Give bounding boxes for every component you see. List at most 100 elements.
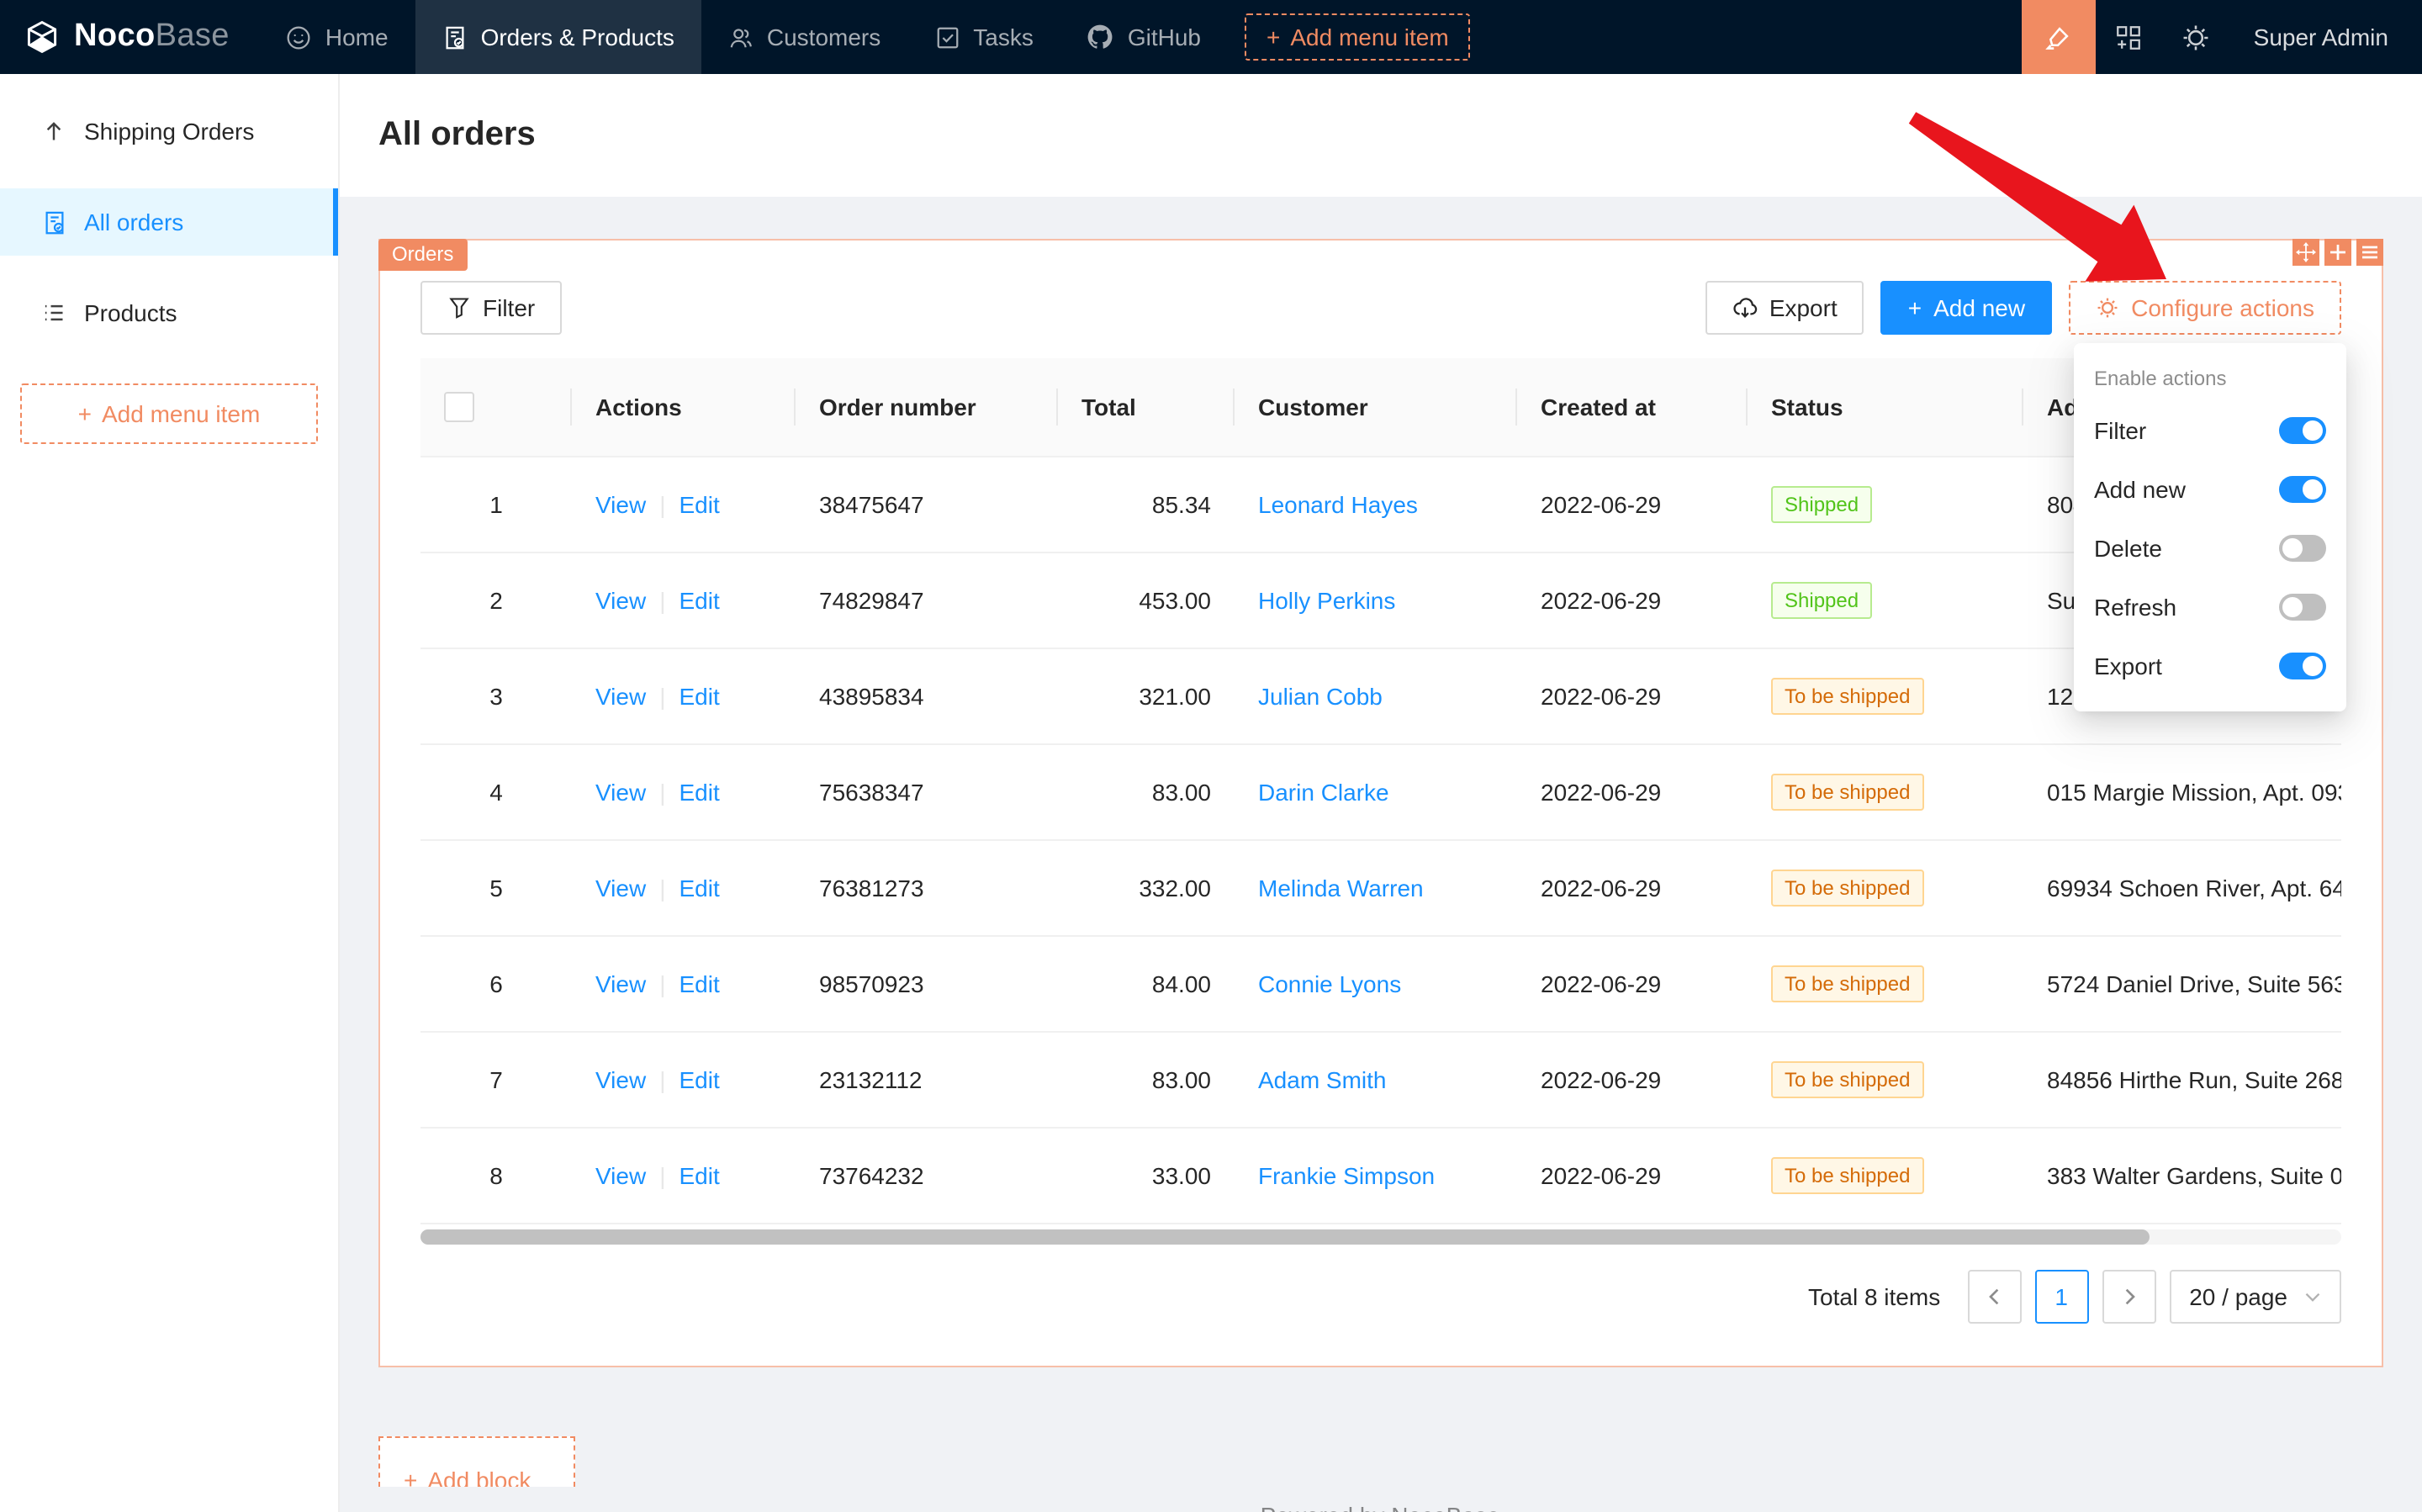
add-block-button[interactable]: + Add block bbox=[378, 1436, 575, 1487]
dropdown-item-export[interactable]: Export bbox=[2074, 636, 2346, 695]
add-new-toggle[interactable] bbox=[2279, 475, 2326, 502]
order-number-cell: 76381273 bbox=[796, 840, 1058, 936]
order-number-cell: 75638347 bbox=[796, 744, 1058, 840]
nav-item-orders-products[interactable]: Orders & Products bbox=[415, 0, 701, 74]
status-badge: To be shipped bbox=[1771, 1157, 1923, 1194]
edit-link[interactable]: Edit bbox=[679, 491, 719, 518]
toggle-knob bbox=[2303, 655, 2323, 675]
export-button[interactable]: Export bbox=[1705, 281, 1864, 335]
nav-add-menu-item-button[interactable]: + Add menu item bbox=[1245, 13, 1471, 61]
plus-icon: + bbox=[404, 1468, 417, 1487]
view-link[interactable]: View bbox=[595, 1066, 646, 1093]
add-new-button[interactable]: + Add new bbox=[1881, 281, 2052, 335]
pagination-total: Total 8 items bbox=[1808, 1283, 1940, 1310]
edit-link[interactable]: Edit bbox=[679, 1162, 719, 1189]
divider: | bbox=[659, 683, 665, 710]
dropdown-item-delete[interactable]: Delete bbox=[2074, 518, 2346, 577]
settings-gear-icon[interactable] bbox=[2163, 0, 2230, 74]
sidebar-item-all-orders[interactable]: All orders bbox=[0, 188, 338, 256]
refresh-toggle[interactable] bbox=[2279, 593, 2326, 620]
divider: | bbox=[659, 1162, 665, 1189]
toggle-knob bbox=[2303, 478, 2323, 499]
cloud-download-icon bbox=[1732, 295, 1758, 320]
edit-link[interactable]: Edit bbox=[679, 970, 719, 997]
nocobase-logo[interactable]: NocoBase bbox=[0, 0, 260, 74]
dropdown-item-label: Delete bbox=[2094, 534, 2162, 561]
view-link[interactable]: View bbox=[595, 779, 646, 806]
view-link[interactable]: View bbox=[595, 1162, 646, 1189]
plugin-blocks-icon[interactable] bbox=[2096, 0, 2163, 74]
sidebar-item-products[interactable]: Products bbox=[0, 279, 338, 346]
address-cell: 69934 Schoen River, Apt. 646, 49704, Wal… bbox=[2023, 840, 2341, 936]
add-block-icon[interactable] bbox=[2324, 239, 2351, 266]
check-square-icon bbox=[934, 24, 960, 50]
user-menu[interactable]: Super Admin bbox=[2230, 24, 2422, 50]
filter-button[interactable]: Filter bbox=[420, 281, 562, 335]
select-all-checkbox[interactable] bbox=[444, 392, 474, 422]
prev-page-button[interactable] bbox=[1967, 1270, 2021, 1324]
nav-item-github[interactable]: GitHub bbox=[1060, 0, 1228, 74]
nav-item-tasks[interactable]: Tasks bbox=[907, 0, 1060, 74]
dropdown-item-refresh[interactable]: Refresh bbox=[2074, 577, 2346, 636]
divider: | bbox=[659, 1066, 665, 1093]
page-size-select[interactable]: 20 / page bbox=[2169, 1270, 2341, 1324]
dropdown-title: Enable actions bbox=[2074, 353, 2346, 400]
dropdown-item-add-new[interactable]: Add new bbox=[2074, 459, 2346, 518]
nav-item-customers[interactable]: Customers bbox=[701, 0, 907, 74]
orders-table: Actions Order number Total Customer Crea… bbox=[420, 358, 2341, 1224]
dropdown-item-label: Refresh bbox=[2094, 593, 2176, 620]
order-number-cell: 74829847 bbox=[796, 552, 1058, 648]
nav-item-home[interactable]: Home bbox=[260, 0, 415, 74]
left-sidebar: Shipping Orders All orders Products + bbox=[0, 74, 340, 1512]
customer-link[interactable]: Connie Lyons bbox=[1258, 970, 1401, 997]
view-link[interactable]: View bbox=[595, 970, 646, 997]
order-document-icon bbox=[40, 209, 67, 235]
edit-link[interactable]: Edit bbox=[679, 875, 719, 901]
customer-link[interactable]: Holly Perkins bbox=[1258, 587, 1395, 614]
total-cell: 85.34 bbox=[1058, 457, 1235, 552]
delete-toggle[interactable] bbox=[2279, 534, 2326, 561]
view-link[interactable]: View bbox=[595, 491, 646, 518]
navbar-right: Super Admin bbox=[2022, 0, 2422, 74]
horizontal-scrollbar-thumb[interactable] bbox=[420, 1229, 2150, 1245]
ui-editor-button[interactable] bbox=[2022, 0, 2096, 74]
drag-move-icon[interactable] bbox=[2292, 239, 2319, 266]
row-index: 4 bbox=[420, 744, 572, 840]
page-size-value: 20 / page bbox=[2189, 1283, 2287, 1310]
nav-item-label: GitHub bbox=[1128, 24, 1201, 50]
block-menu-icon[interactable] bbox=[2356, 239, 2383, 266]
page-number-button[interactable]: 1 bbox=[2034, 1270, 2088, 1324]
logo-text-secondary: Base bbox=[156, 19, 230, 54]
edit-link[interactable]: Edit bbox=[679, 779, 719, 806]
view-link[interactable]: View bbox=[595, 683, 646, 710]
view-link[interactable]: View bbox=[595, 875, 646, 901]
export-toggle[interactable] bbox=[2279, 652, 2326, 679]
customer-link[interactable]: Julian Cobb bbox=[1258, 683, 1383, 710]
sidebar-add-menu-item-button[interactable]: + Add menu item bbox=[20, 383, 318, 444]
sidebar-item-label: Shipping Orders bbox=[84, 118, 254, 145]
address-cell: 383 Walter Gardens, Suite 040, 24947, Be… bbox=[2023, 1128, 2341, 1224]
dropdown-item-filter[interactable]: Filter bbox=[2074, 400, 2346, 459]
order-document-icon bbox=[442, 24, 468, 50]
edit-link[interactable]: Edit bbox=[679, 1066, 719, 1093]
column-header-created-at: Created at bbox=[1517, 358, 1748, 457]
edit-link[interactable]: Edit bbox=[679, 587, 719, 614]
sidebar-item-shipping-orders[interactable]: Shipping Orders bbox=[0, 98, 338, 165]
block-designer-toolbar bbox=[2292, 239, 2383, 266]
customer-link[interactable]: Frankie Simpson bbox=[1258, 1162, 1435, 1189]
next-page-button[interactable] bbox=[2102, 1270, 2155, 1324]
customer-link[interactable]: Melinda Warren bbox=[1258, 875, 1424, 901]
arrow-up-icon bbox=[40, 119, 67, 143]
plus-icon: + bbox=[78, 400, 92, 427]
configure-actions-button[interactable]: Configure actions bbox=[2069, 281, 2341, 335]
customer-link[interactable]: Leonard Hayes bbox=[1258, 491, 1418, 518]
order-number-cell: 23132112 bbox=[796, 1032, 1058, 1128]
view-link[interactable]: View bbox=[595, 587, 646, 614]
customer-link[interactable]: Darin Clarke bbox=[1258, 779, 1389, 806]
filter-toggle[interactable] bbox=[2279, 416, 2326, 443]
status-badge: To be shipped bbox=[1771, 774, 1923, 811]
created-at-cell: 2022-06-29 bbox=[1517, 936, 1748, 1032]
customer-link[interactable]: Adam Smith bbox=[1258, 1066, 1387, 1093]
table-header-row: Actions Order number Total Customer Crea… bbox=[420, 358, 2341, 457]
edit-link[interactable]: Edit bbox=[679, 683, 719, 710]
